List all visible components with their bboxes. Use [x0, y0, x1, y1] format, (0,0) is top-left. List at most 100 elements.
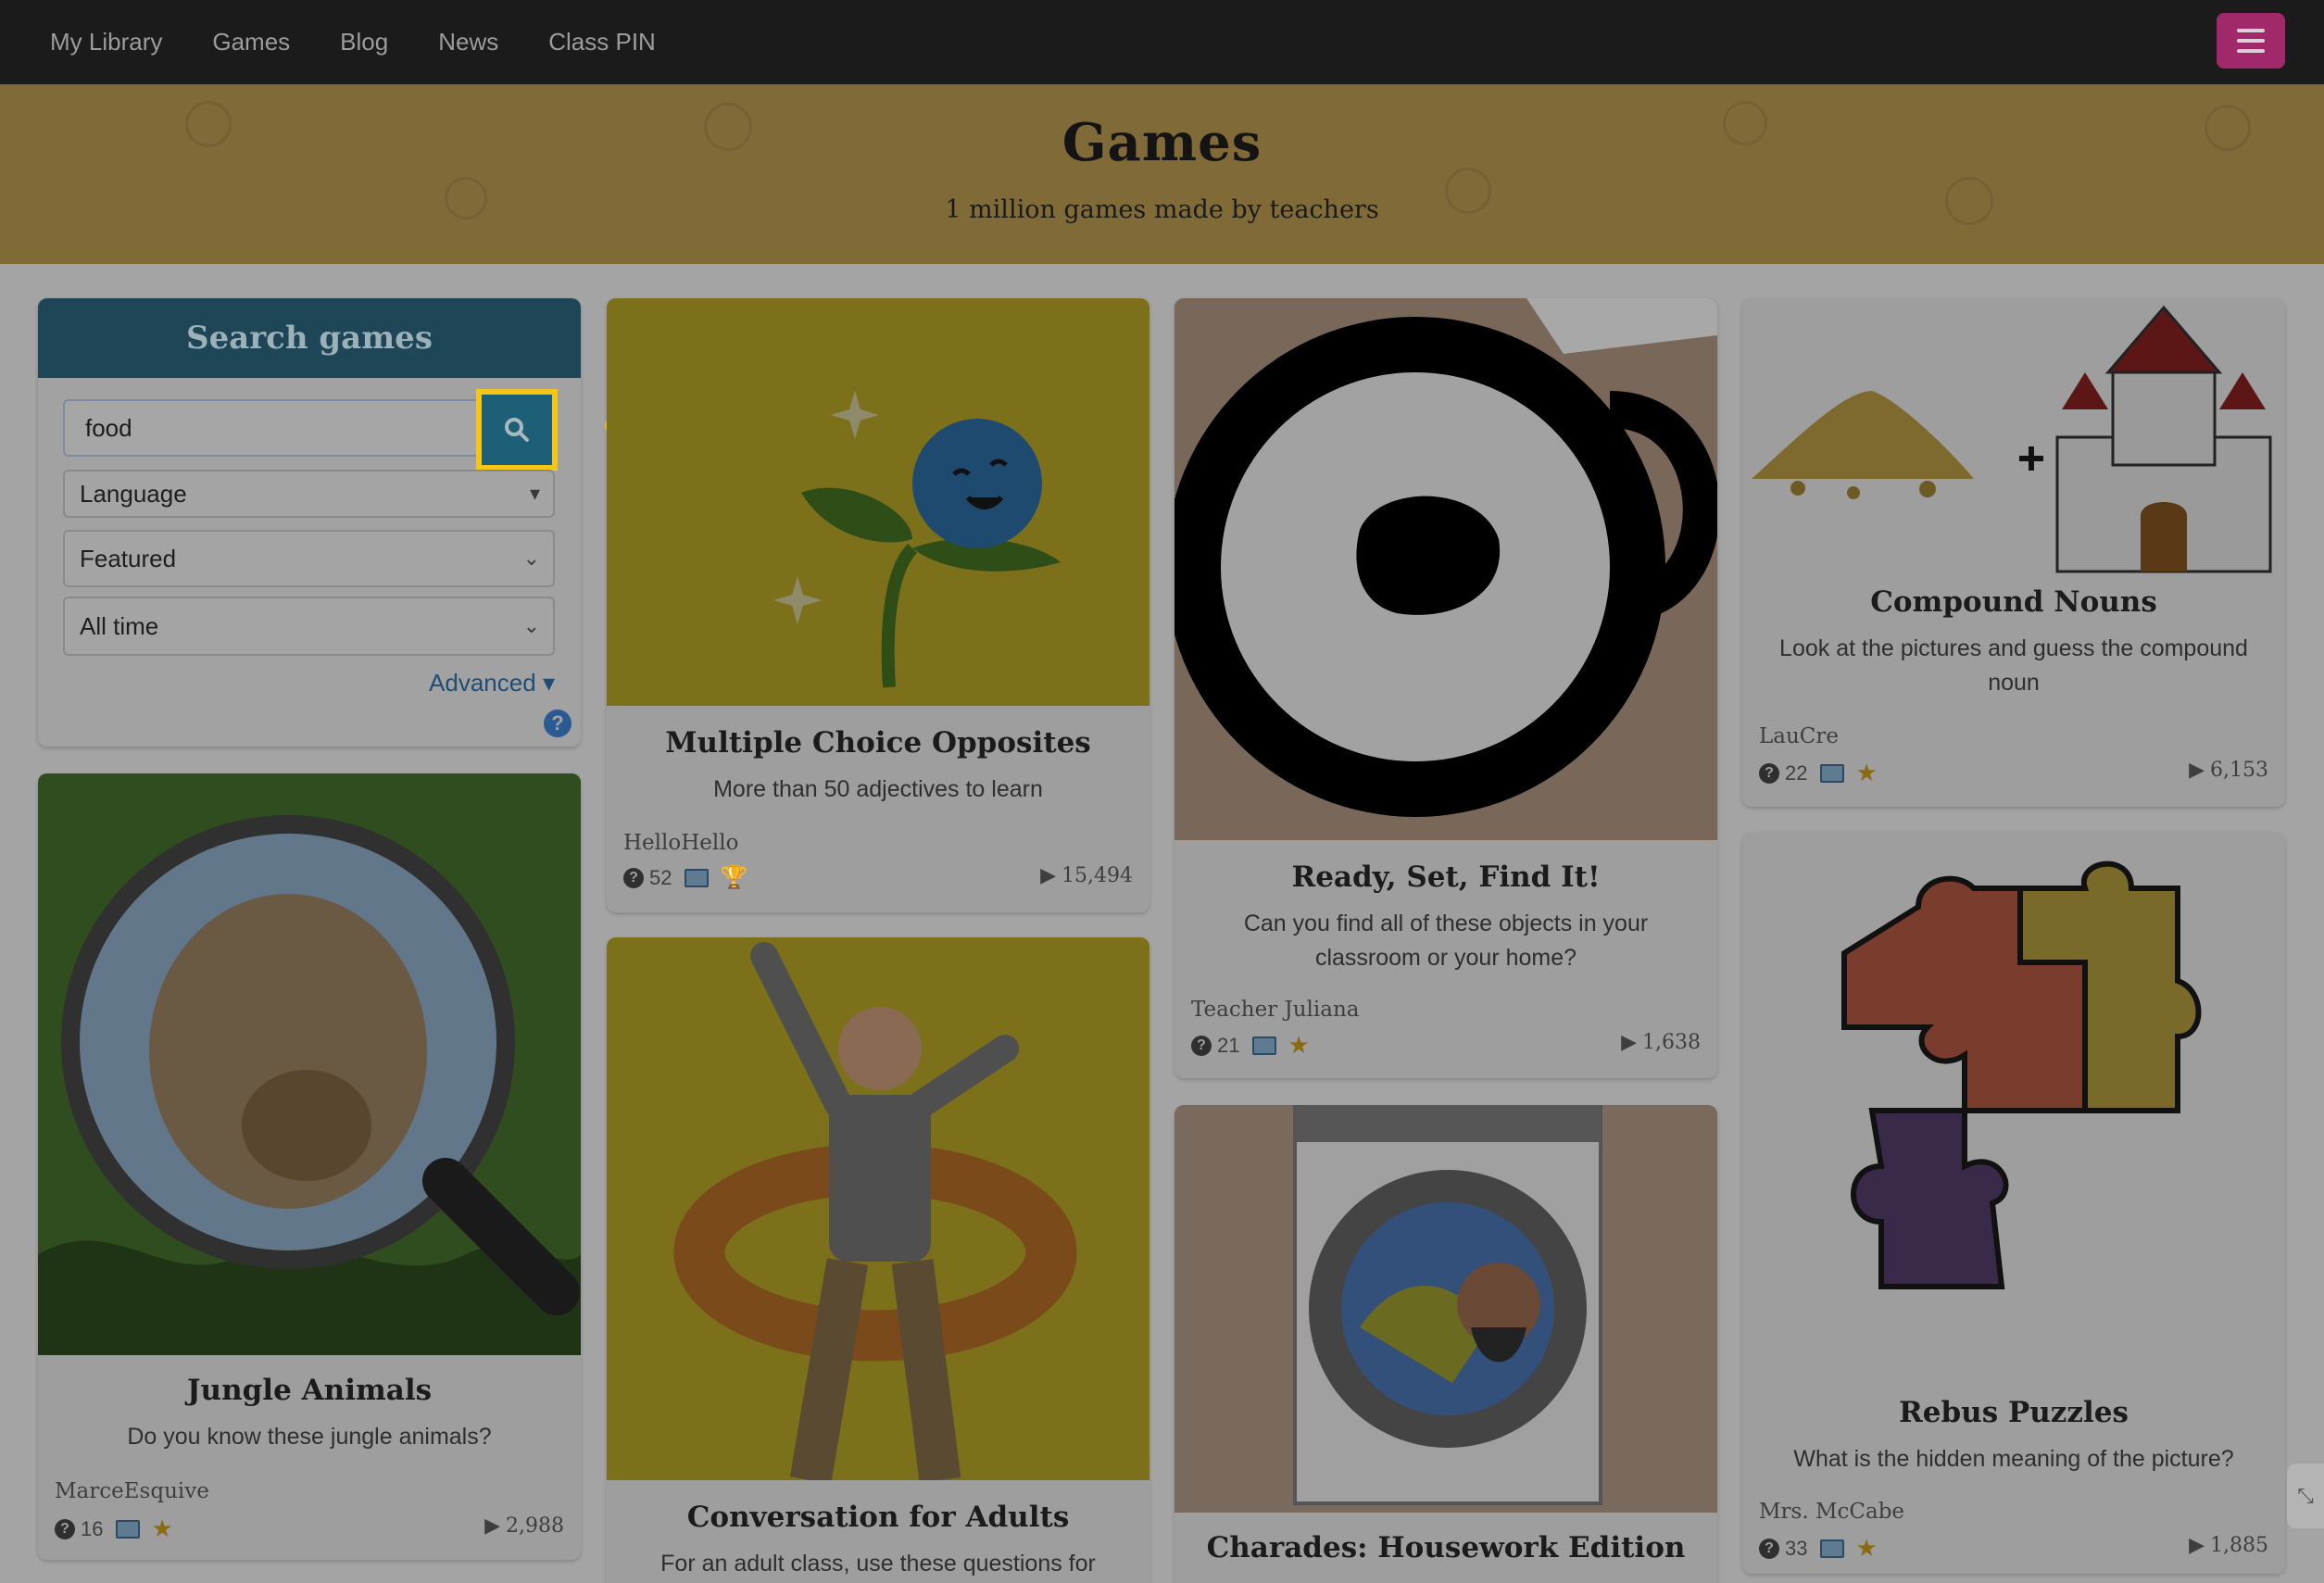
card-title: Jungle Animals — [186, 1374, 433, 1407]
image-icon — [1820, 1539, 1845, 1558]
search-button[interactable] — [476, 389, 558, 471]
search-input[interactable] — [63, 399, 480, 457]
game-card-opposites[interactable]: Multiple Choice Opposites More than 50 a… — [607, 298, 1149, 912]
question-count: 21 — [1217, 1033, 1240, 1057]
game-thumbnail — [1742, 298, 2285, 576]
play-count: 1,885 — [2210, 1534, 2268, 1557]
caret-down-icon: ▾ — [529, 482, 540, 505]
card-description: Look at the pictures and guess the compo… — [1779, 635, 2248, 696]
flower-illustration — [773, 391, 1061, 688]
language-select-value: Language — [80, 479, 187, 508]
advanced-label: Advanced — [429, 669, 536, 697]
question-count: 22 — [1785, 760, 1808, 785]
game-card-charades[interactable]: Charades: Housework Edition — [1175, 1105, 1717, 1583]
question-count-icon: ? — [1759, 1538, 1779, 1559]
game-thumbnail — [1175, 298, 1717, 840]
magnifier-illustration — [1175, 298, 1717, 817]
play-count: 2,988 — [506, 1514, 564, 1538]
card-plays: ▶ 15,494 — [1040, 864, 1133, 887]
question-count-icon: ? — [55, 1518, 75, 1539]
question-count-icon: ? — [623, 867, 644, 888]
image-icon — [1820, 763, 1845, 783]
card-author: Mrs. McCabe — [1759, 1500, 1905, 1524]
star-icon: ★ — [1855, 759, 1878, 786]
card-plays: ▶ 1,638 — [1621, 1031, 1701, 1054]
play-icon: ▶ — [1040, 864, 1057, 887]
hamburger-icon[interactable] — [2217, 13, 2285, 69]
card-author: Teacher Juliana — [1191, 998, 1360, 1022]
play-icon: ▶ — [484, 1514, 501, 1538]
star-icon: ★ — [1855, 1534, 1878, 1562]
sand-castle-illustration — [1752, 305, 2272, 573]
card-author: MarceEsquive — [55, 1479, 209, 1503]
card-title: Conversation for Adults — [686, 1501, 1070, 1534]
star-icon: ★ — [151, 1514, 173, 1542]
card-plays: ▶ 6,153 — [2189, 759, 2268, 782]
question-count-icon: ? — [1191, 1035, 1212, 1056]
question-count: 52 — [649, 865, 672, 889]
question-count: 16 — [81, 1516, 104, 1540]
page-subtitle: 1 million games made by teachers — [945, 195, 1379, 224]
search-panel-title: Search games — [38, 298, 581, 378]
nav-news[interactable]: News — [438, 28, 498, 57]
game-thumbnail — [1742, 833, 2285, 1370]
sort-select[interactable]: Featured ⌄ — [63, 530, 555, 587]
period-select[interactable]: All time ⌄ — [63, 597, 555, 656]
card-title: Charades: Housework Edition — [1206, 1531, 1686, 1564]
collapse-handle-icon[interactable]: ⤡ — [2287, 1464, 2324, 1528]
advanced-toggle[interactable]: Advanced ▾ — [429, 669, 555, 697]
top-navbar: My Library Games Blog News Class PIN — [0, 0, 2324, 84]
game-thumbnail — [607, 298, 1149, 706]
image-icon — [1252, 1036, 1277, 1055]
game-thumbnail — [607, 937, 1149, 1480]
game-card-rebus[interactable]: Rebus Puzzles What is the hidden meaning… — [1742, 833, 2285, 1574]
card-title: Multiple Choice Opposites — [665, 726, 1091, 760]
card-plays: ▶ 2,988 — [484, 1514, 564, 1538]
nav-games[interactable]: Games — [212, 28, 290, 57]
play-count: 1,638 — [1642, 1031, 1701, 1054]
question-count: 33 — [1785, 1536, 1808, 1560]
play-icon: ▶ — [2189, 1534, 2205, 1557]
page-title: Games — [1062, 112, 1262, 173]
card-stats: ? 21 ★ — [1191, 1031, 1310, 1060]
card-stats: ? 22 ★ — [1759, 759, 1878, 787]
game-thumbnail — [1175, 1105, 1717, 1513]
nav-blog[interactable]: Blog — [340, 28, 388, 57]
game-thumbnail — [38, 773, 581, 1355]
card-title: Rebus Puzzles — [1899, 1396, 2129, 1429]
image-icon — [685, 868, 710, 887]
magnifier-icon — [505, 418, 529, 442]
search-panel: Search games Language ▾ Featured ⌄ All t… — [38, 298, 581, 747]
nav-my-library[interactable]: My Library — [50, 28, 162, 57]
card-stats: ? 33 ★ — [1759, 1534, 1878, 1563]
card-stats: ? 16 ★ — [55, 1514, 173, 1543]
card-description: Can you find all of these objects in you… — [1243, 911, 1649, 971]
period-select-value: All time — [80, 611, 159, 640]
question-count-icon: ? — [1759, 762, 1779, 784]
play-count: 15,494 — [1062, 864, 1133, 887]
language-select[interactable]: Language ▾ — [63, 470, 555, 518]
game-card-conversation[interactable]: Conversation for Adults For an adult cla… — [607, 937, 1149, 1583]
card-description: For an adult class, use these questions … — [660, 1551, 1096, 1577]
trophy-icon: 🏆 — [720, 865, 748, 890]
chevron-down-icon: ⌄ — [522, 614, 540, 637]
star-icon: ★ — [1288, 1031, 1310, 1059]
games-banner: Games 1 million games made by teachers — [0, 84, 2324, 264]
chevron-down-icon: ⌄ — [522, 547, 540, 570]
game-card-jungle-animals[interactable]: Jungle Animals Do you know these jungle … — [38, 773, 581, 1560]
card-description: Do you know these jungle animals? — [127, 1424, 492, 1450]
card-plays: ▶ 1,885 — [2189, 1534, 2268, 1557]
sort-select-value: Featured — [80, 544, 177, 572]
washing-machine-illustration — [1293, 1105, 1602, 1505]
card-description: More than 50 adjectives to learn — [713, 776, 1043, 802]
play-count: 6,153 — [2210, 759, 2268, 782]
play-icon: ▶ — [1621, 1031, 1638, 1054]
card-title: Compound Nouns — [1870, 585, 2157, 619]
play-icon: ▶ — [2189, 759, 2205, 782]
nav-class-pin[interactable]: Class PIN — [548, 28, 656, 57]
puzzle-pieces-illustration — [1841, 861, 2202, 1289]
dancing-man-illustration — [673, 942, 1077, 1480]
game-card-compound-nouns[interactable]: Compound Nouns Look at the pictures and … — [1742, 298, 2285, 807]
question-icon[interactable]: ? — [544, 710, 572, 737]
game-card-find-it[interactable]: Ready, Set, Find It! Can you find all of… — [1175, 298, 1717, 1078]
